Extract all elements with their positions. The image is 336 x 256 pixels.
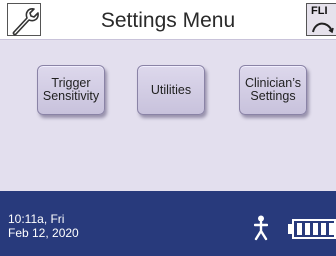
battery-icon: [292, 219, 336, 239]
battery-cell: [305, 223, 310, 235]
status-bar: 10:11a, Fri Feb 12, 2020: [0, 191, 336, 256]
battery-cell: [321, 223, 326, 235]
trigger-sensitivity-button[interactable]: Trigger Sensitivity: [37, 65, 105, 115]
settings-menu-panel: Trigger Sensitivity Utilities Clinician’…: [0, 41, 336, 191]
fli-label: FLI: [311, 5, 328, 17]
datetime-display: 10:11a, Fri Feb 12, 2020: [8, 212, 79, 240]
utilities-button[interactable]: Utilities: [137, 65, 205, 115]
settings-screen: Settings Menu FLI Trigger Sensitivity Ut…: [0, 0, 336, 256]
date-label: Feb 12, 2020: [8, 226, 79, 240]
time-label: 10:11a, Fri: [8, 212, 65, 226]
clinicians-settings-button[interactable]: Clinician’s Settings: [239, 65, 307, 115]
arc-icon: [312, 22, 334, 34]
battery-cell: [313, 223, 318, 235]
battery-cell: [329, 223, 334, 235]
page-title: Settings Menu: [100, 9, 236, 32]
battery-cell: [297, 223, 302, 235]
header-bar: Settings Menu FLI: [0, 0, 336, 40]
fli-button[interactable]: FLI: [306, 3, 336, 36]
person-icon: [254, 215, 268, 241]
